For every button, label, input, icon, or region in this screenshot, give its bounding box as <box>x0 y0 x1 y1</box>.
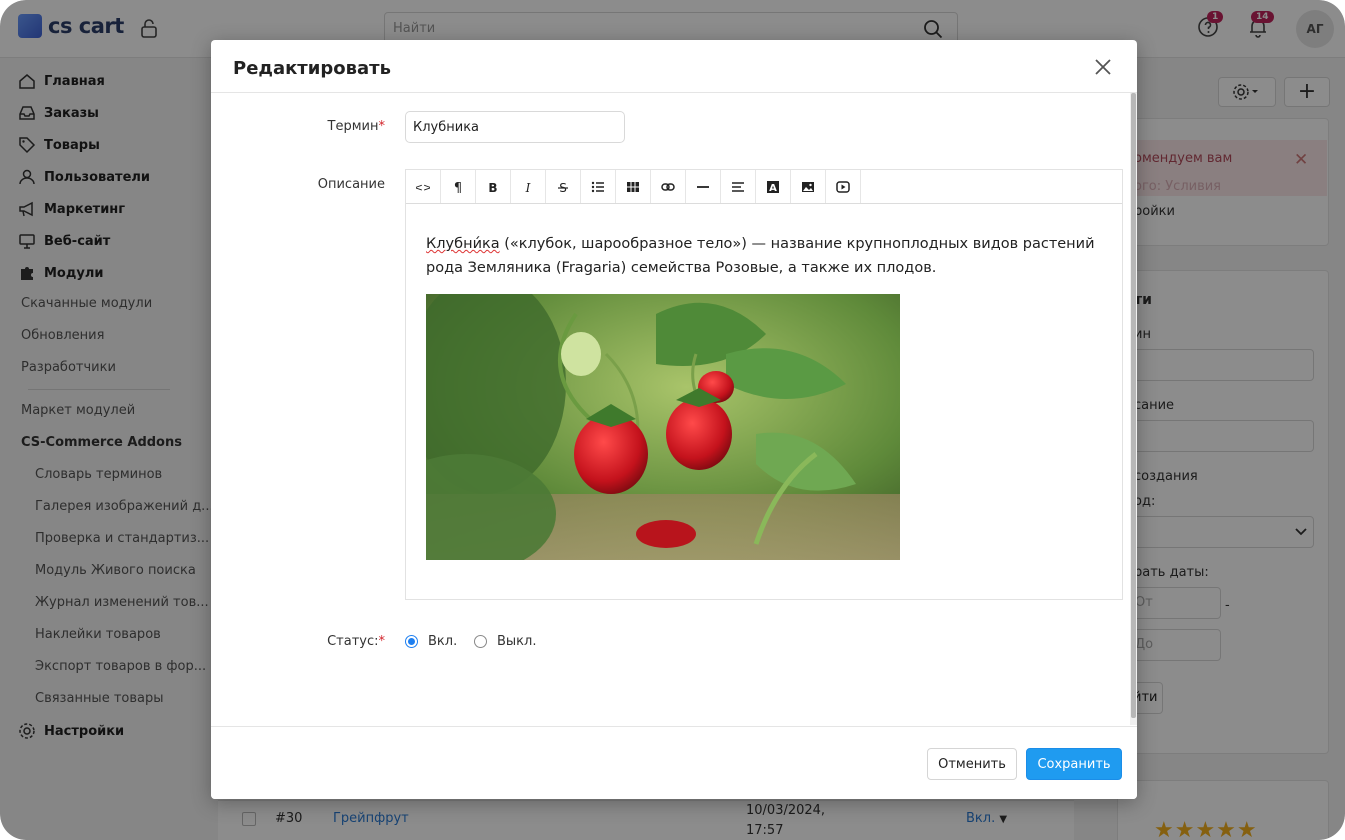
bold-button[interactable]: B <box>476 170 511 203</box>
align-icon <box>732 181 744 192</box>
dialog-header: Редактировать <box>211 40 1137 93</box>
term-label: Термин* <box>301 119 385 134</box>
strawberry-photo-icon <box>426 294 900 560</box>
required-marker: * <box>378 634 386 649</box>
required-marker: * <box>378 119 386 134</box>
link-icon <box>661 182 675 191</box>
list-button[interactable] <box>581 170 616 203</box>
svg-text:¶: ¶ <box>454 181 462 194</box>
status-label-text: Статус: <box>327 634 379 649</box>
dialog-footer: Отменить Сохранить <box>211 726 1137 799</box>
term-input[interactable] <box>405 111 625 143</box>
font-color-button[interactable]: A <box>756 170 791 203</box>
description-text[interactable]: Клубни́ка («клубок, шарообразное тело») … <box>426 232 1096 280</box>
term-label-text: Термин <box>327 119 379 134</box>
paragraph-button[interactable]: ¶ <box>441 170 476 203</box>
code-view-button[interactable]: <> <box>406 170 441 203</box>
status-on-radio[interactable] <box>405 635 418 648</box>
video-button[interactable] <box>826 170 861 203</box>
italic-icon: I <box>525 181 531 194</box>
scrollbar-thumb[interactable] <box>1131 93 1136 718</box>
image-button[interactable] <box>791 170 826 203</box>
svg-text:I: I <box>525 181 531 194</box>
horizontal-rule-button[interactable] <box>686 170 721 203</box>
description-word: Клубни́ка <box>426 236 500 252</box>
image-icon <box>802 181 814 192</box>
svg-text:B: B <box>488 181 497 194</box>
table-icon <box>627 181 639 192</box>
editor-toolbar: <> ¶ B I S A <box>406 170 1122 204</box>
cancel-button[interactable]: Отменить <box>927 748 1017 780</box>
table-button[interactable] <box>616 170 651 203</box>
editor-content[interactable]: Клубни́ка («клубок, шарообразное тело») … <box>406 205 1122 600</box>
strikethrough-button[interactable]: S <box>546 170 581 203</box>
status-off-radio[interactable] <box>474 635 487 648</box>
status-off-label[interactable]: Выкл. <box>497 634 536 649</box>
svg-text:<>: <> <box>416 181 430 194</box>
svg-text:A: A <box>769 183 777 194</box>
align-button[interactable] <box>721 170 756 203</box>
status-label: Статус:* <box>301 634 385 649</box>
strike-icon: S <box>558 181 568 194</box>
list-icon <box>591 181 604 192</box>
video-icon <box>836 180 850 193</box>
code-icon: <> <box>416 181 430 194</box>
bold-icon: B <box>488 181 497 194</box>
rich-text-editor: <> ¶ B I S A Клубни́ка («клубок, шарообразное… <box>405 169 1123 600</box>
save-button[interactable]: Сохранить <box>1026 748 1122 780</box>
description-rest: («клубок, шарообразное тело») — название… <box>426 236 1095 276</box>
status-on-label[interactable]: Вкл. <box>428 634 457 649</box>
link-button[interactable] <box>651 170 686 203</box>
strawberry-image[interactable] <box>426 294 900 560</box>
dialog-title: Редактировать <box>233 58 391 79</box>
font-color-icon: A <box>767 180 779 194</box>
italic-button[interactable]: I <box>511 170 546 203</box>
edit-dialog: Редактировать Термин* Описание <>¶BISA К… <box>211 40 1137 799</box>
description-label: Описание <box>317 177 385 192</box>
hr-icon <box>697 185 709 188</box>
close-icon[interactable] <box>1093 57 1113 77</box>
pilcrow-icon: ¶ <box>454 181 462 194</box>
